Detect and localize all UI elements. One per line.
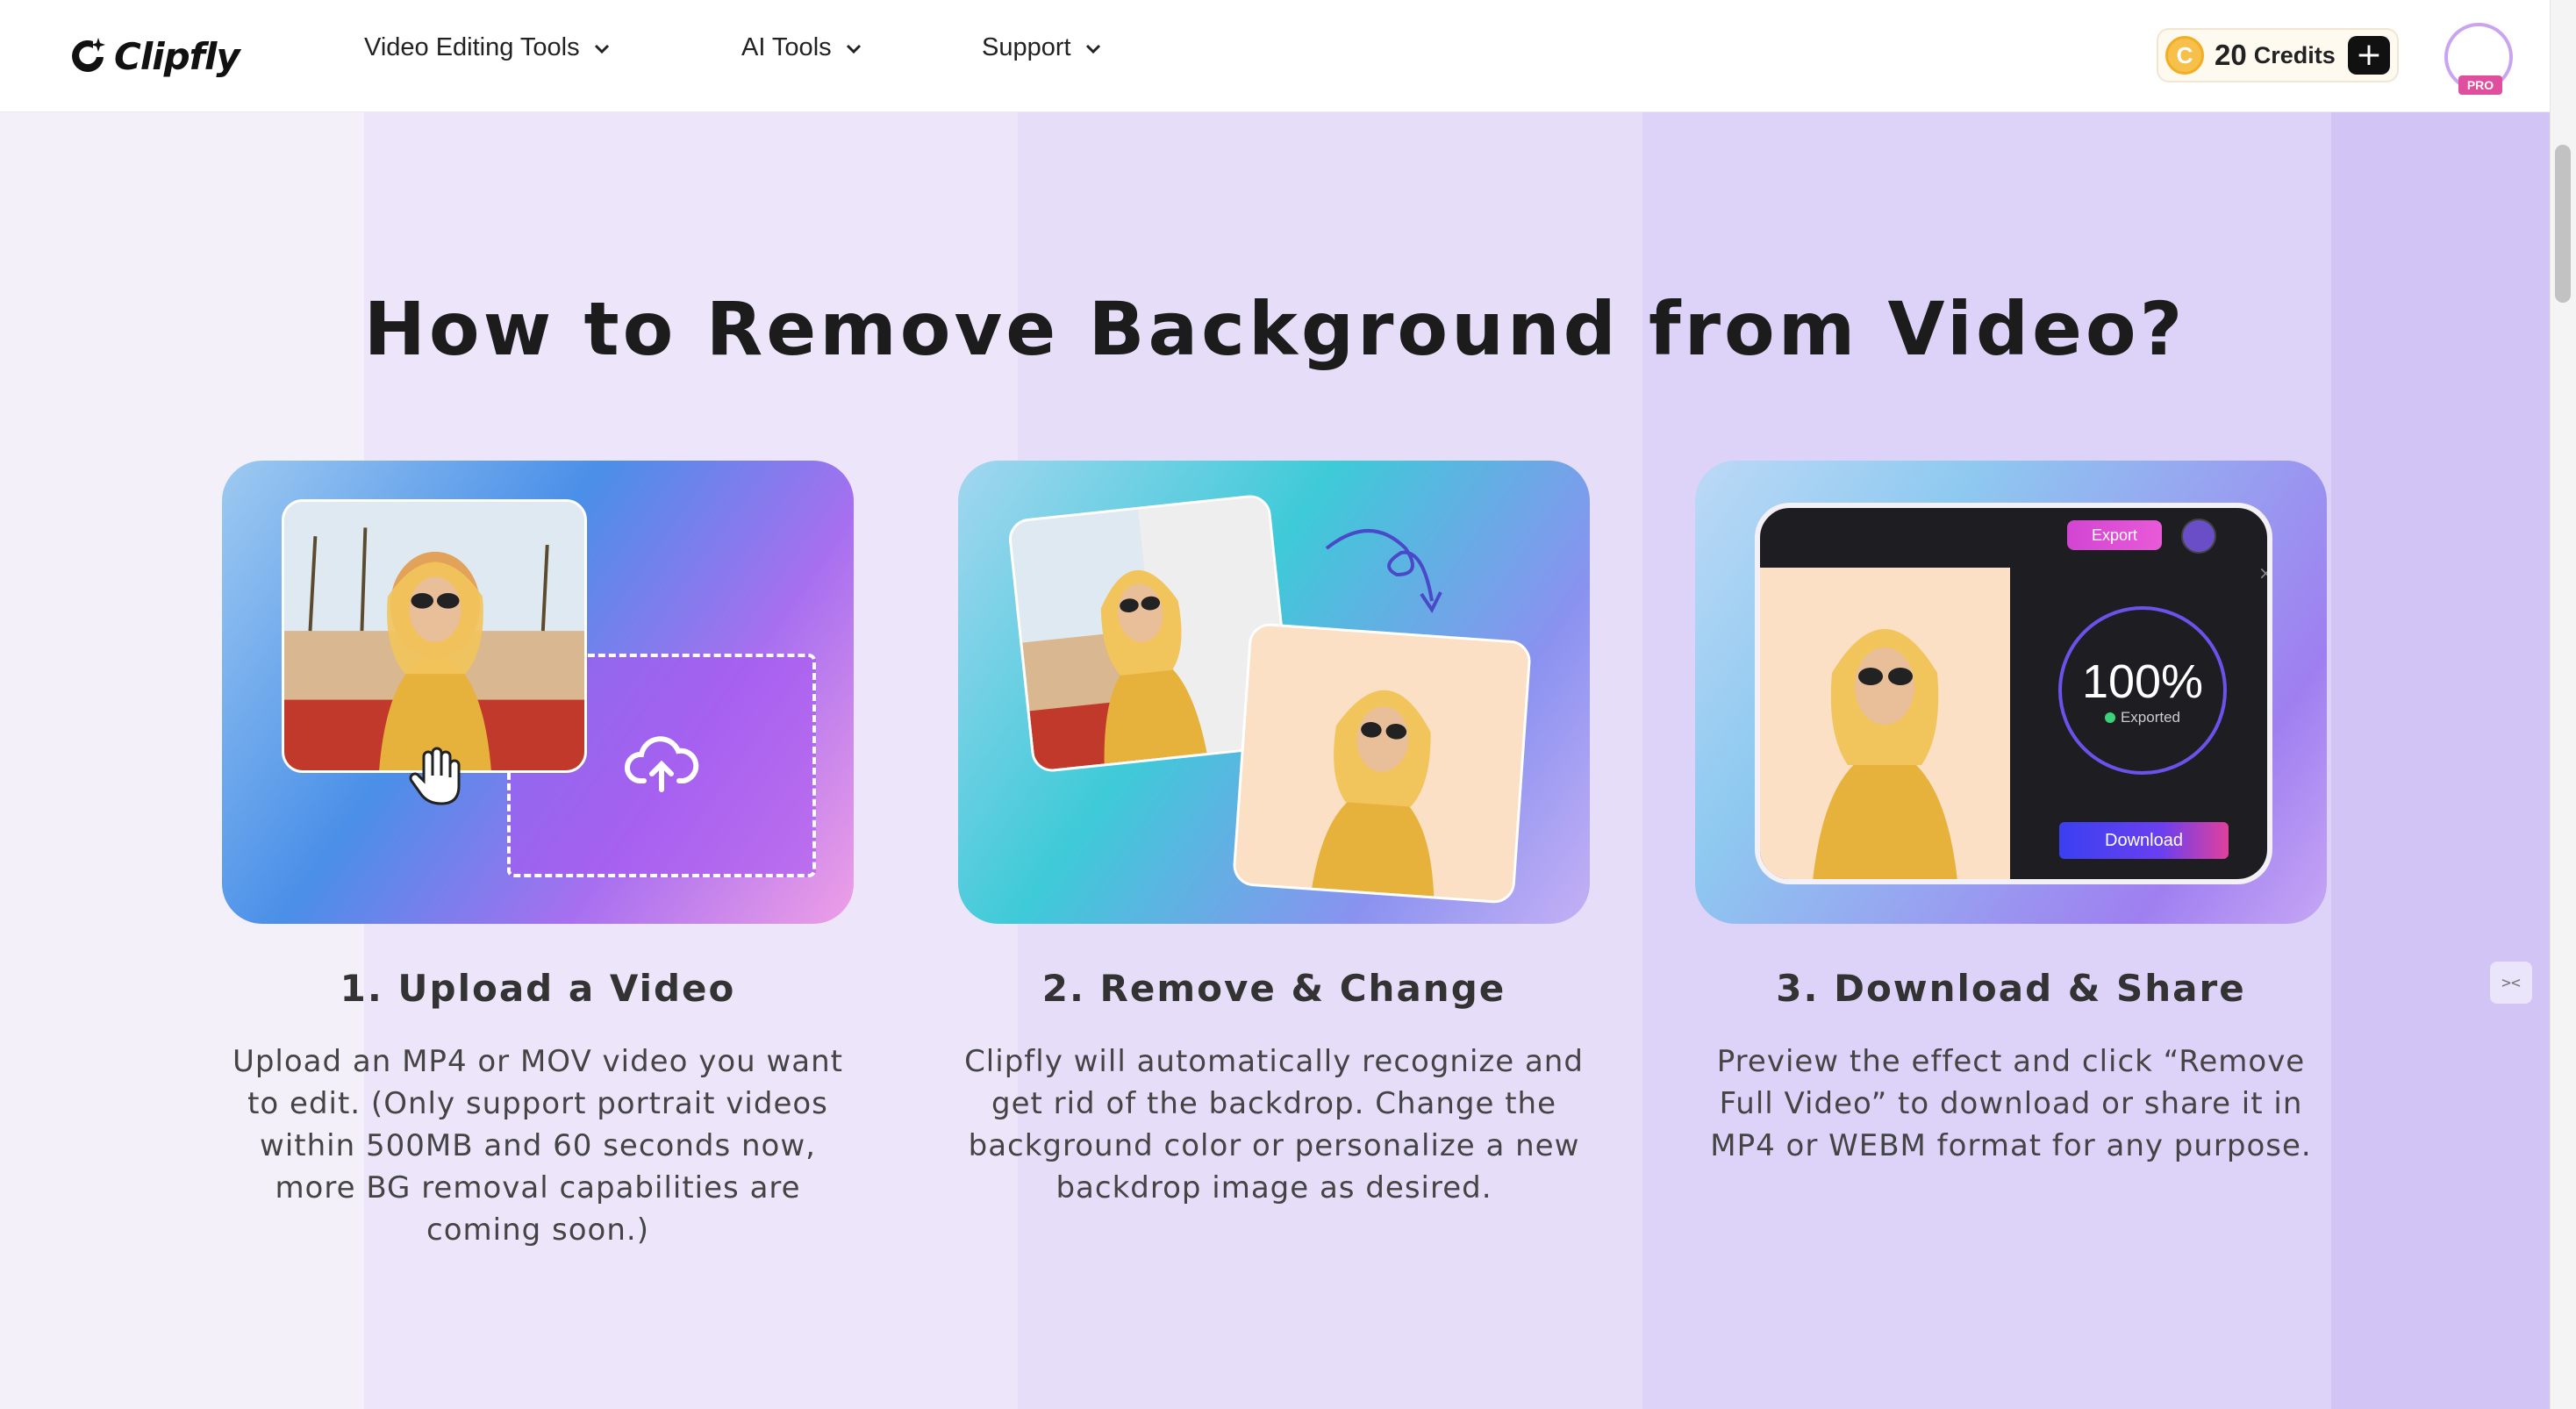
step-2-illustration [958,461,1590,924]
step-2-title: 2. Remove & Change [1041,967,1506,1010]
chevron-down-icon [594,44,609,54]
step-1-illustration [222,461,854,924]
pro-badge: PRO [2458,75,2502,95]
step-1-title: 1. Upload a Video [340,967,736,1010]
curved-arrow-icon [1325,529,1442,613]
chevron-down-icon [846,44,861,54]
nav-label: Support [982,33,1071,61]
page-title: How to Remove Background from Video? [363,286,2186,372]
credits-count: 20 [2215,39,2247,71]
preview-frame [1760,568,2010,879]
step-3-illustration: Export × 100% Exported Download [1695,461,2327,924]
scrollbar-thumb[interactable] [2555,145,2571,303]
top-navbar: Clipfly Video Editing Tools AI Tools Sup… [0,0,2550,112]
export-dialog-mockup: Export × 100% Exported Download [1755,503,2272,884]
export-button[interactable]: Export [2067,520,2162,550]
logo[interactable]: Clipfly [67,30,240,82]
nav-support[interactable]: Support [982,33,1103,62]
mini-avatar [2181,519,2216,554]
upload-cloud-icon [624,735,699,792]
export-progress-ring: 100% Exported [2058,606,2227,775]
clipfly-logo-icon [72,38,105,72]
chevron-down-icon [1085,44,1100,54]
bg-band [2331,0,2550,1409]
nav-ai-tools[interactable]: AI Tools [741,33,863,62]
download-button[interactable]: Download [2059,822,2229,859]
credits-widget[interactable]: C 20 Credits + [2157,28,2399,82]
step-3-description: Preview the effect and click “Remove Ful… [1710,1044,2312,1163]
credits-label: Credits [2253,41,2336,68]
video-thumbnail [282,499,587,773]
hand-cursor-icon [409,747,461,805]
nav-label: Video Editing Tools [364,33,580,61]
step-2-description: Clipfly will automatically recognize and… [964,1044,1584,1205]
progress-status: Exported [2104,709,2181,726]
close-icon[interactable]: × [2258,562,2267,583]
progress-status-text: Exported [2120,709,2181,726]
side-collapse-widget[interactable]: >< [2490,962,2532,1004]
background-removed-frame [1231,622,1533,905]
coin-icon: C [2165,36,2204,75]
status-dot-icon [2104,712,2115,723]
step-3-title: 3. Download & Share [1776,967,2246,1010]
step-1-description: Upload an MP4 or MOV video you want to e… [232,1044,844,1248]
progress-percent: 100% [2081,655,2204,708]
add-credits-button[interactable]: + [2348,36,2390,75]
nav-label: AI Tools [741,33,832,61]
nav-video-editing-tools[interactable]: Video Editing Tools [364,33,612,62]
logo-text: Clipfly [114,34,240,78]
